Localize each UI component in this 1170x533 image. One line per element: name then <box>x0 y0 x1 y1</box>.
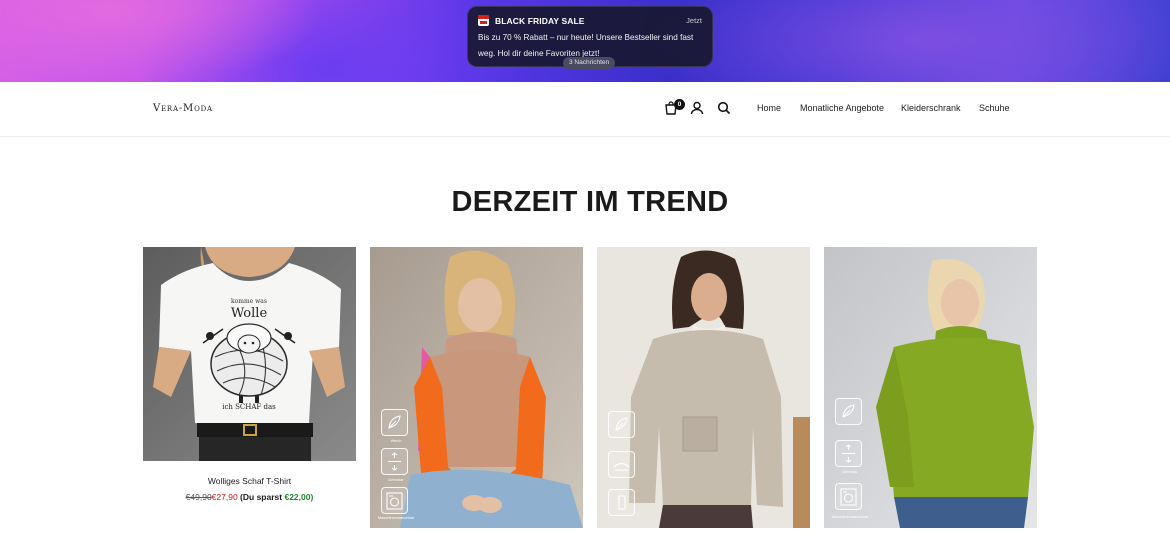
feature-stretch-icon <box>381 448 408 475</box>
feature-label: Dehnbar <box>388 477 404 482</box>
product-image[interactable]: komme was Wolle ich SCHAF das <box>143 247 356 461</box>
nav-monthly-offers[interactable]: Monatliche Angebote <box>800 103 884 113</box>
tshirt-photo: komme was Wolle ich SCHAF das <box>143 247 356 461</box>
product-name[interactable]: Wolliges Schaf T-Shirt <box>143 476 356 486</box>
cart-count-badge: 0 <box>674 99 685 110</box>
tshirt-print-bottom: ich SCHAF das <box>222 403 276 411</box>
feature-warm-icon <box>608 451 635 478</box>
section-title: DERZEIT IM TREND <box>451 186 729 218</box>
tshirt-print-top: komme was <box>231 298 267 305</box>
promo-banner: BLACK FRIDAY SALE Jetzt Bis zu 70 % Raba… <box>0 0 1170 82</box>
search-icon[interactable] <box>716 100 732 116</box>
feature-washable-icon <box>835 483 862 510</box>
notification-toast[interactable]: BLACK FRIDAY SALE Jetzt Bis zu 70 % Raba… <box>467 6 713 69</box>
notification-time: Jetzt <box>686 16 702 25</box>
feature-label: Maschinenwaschbar <box>831 514 869 519</box>
product-card[interactable]: Dehnbar Maschinenwaschbar <box>824 247 1037 528</box>
notification-title: BLACK FRIDAY SALE <box>495 15 585 26</box>
feature-label: Weich <box>390 438 402 443</box>
feature-stretch-icon <box>835 440 862 467</box>
tshirt-print-main: Wolle <box>231 306 268 321</box>
nav-shoes[interactable]: Schuhe <box>979 103 1010 113</box>
sweater-photo-orange <box>370 247 583 528</box>
product-image[interactable] <box>597 247 810 528</box>
feature-iron-icon <box>608 489 635 516</box>
site-header: Vera-Moda 0 Home Monatliche Angebote Kle… <box>0 82 1170 137</box>
nav-home[interactable]: Home <box>757 103 781 113</box>
price-line: €49,90€27,90 (Du sparst €22,00) <box>143 492 356 502</box>
product-card[interactable]: komme was Wolle ich SCHAF das Wolliges S… <box>143 247 356 502</box>
feature-label: Maschinenwaschbar <box>377 515 415 520</box>
price-new: €27,90 <box>211 492 238 502</box>
feature-soft-icon <box>835 398 862 425</box>
feature-soft-icon <box>381 409 408 436</box>
product-card[interactable] <box>597 247 810 528</box>
feature-label: Dehnbar <box>842 469 858 474</box>
site-logo[interactable]: Vera-Moda <box>153 103 213 114</box>
price-old: €49,90 <box>185 492 212 502</box>
account-icon[interactable] <box>689 100 705 116</box>
product-image[interactable]: Dehnbar Maschinenwaschbar <box>824 247 1037 528</box>
price-save-amount: €22,00) <box>284 492 314 502</box>
feature-washable-icon <box>381 487 408 514</box>
nav-wardrobe[interactable]: Kleiderschrank <box>901 103 961 113</box>
product-image[interactable]: Weich Dehnbar Maschinenwaschbar <box>370 247 583 528</box>
feature-soft-icon <box>608 411 635 438</box>
price-save-label: (Du sparst <box>240 492 283 502</box>
notification-count[interactable]: 3 Nachrichten <box>563 57 616 69</box>
calendar-app-icon <box>478 15 489 26</box>
sweater-photo-beige <box>597 247 810 528</box>
product-card[interactable]: Weich Dehnbar Maschinenwaschbar <box>370 247 583 528</box>
